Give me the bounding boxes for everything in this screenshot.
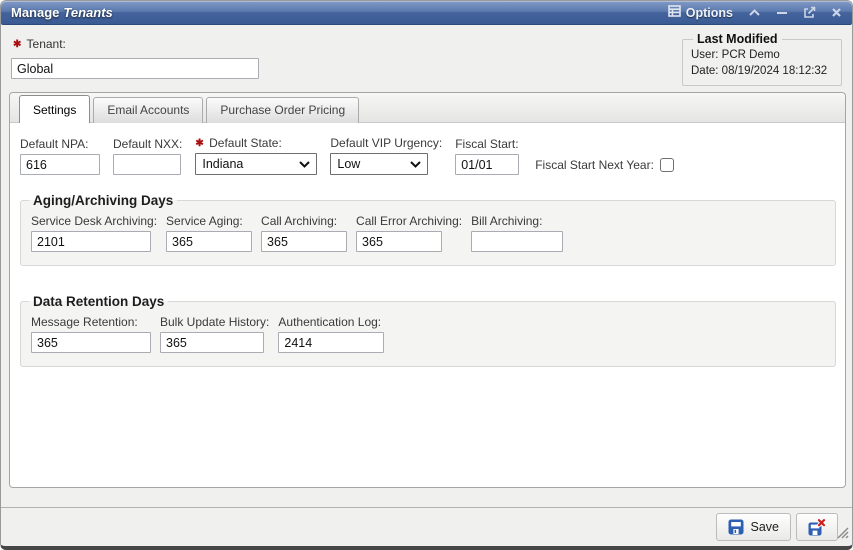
required-asterisk: ✱ bbox=[13, 39, 21, 50]
minimize-icon[interactable] bbox=[776, 8, 788, 17]
tab-strip: Settings Email Accounts Purchase Order P… bbox=[10, 93, 845, 123]
save-button-label: Save bbox=[751, 520, 780, 534]
aging-archiving-group: Aging/Archiving Days Service Desk Archiv… bbox=[20, 193, 836, 266]
tenant-input[interactable] bbox=[11, 58, 259, 79]
default-nxx-label: Default NXX: bbox=[113, 137, 182, 151]
tab-purchase-order-pricing[interactable]: Purchase Order Pricing bbox=[206, 97, 359, 123]
default-nxx-input[interactable] bbox=[113, 154, 181, 175]
save-button[interactable]: Save bbox=[716, 513, 792, 541]
titlebar: Manage Tenants Options bbox=[1, 1, 852, 25]
save-close-button[interactable] bbox=[796, 513, 838, 541]
bill-archiving-input[interactable] bbox=[471, 231, 563, 252]
tenant-label: ✱ Tenant: bbox=[13, 37, 66, 51]
default-vip-urgency-label: Default VIP Urgency: bbox=[330, 136, 442, 150]
manage-tenants-window: Manage Tenants Options bbox=[0, 0, 853, 550]
tab-panel: Settings Email Accounts Purchase Order P… bbox=[9, 92, 846, 488]
footer-bar: Save bbox=[1, 507, 852, 546]
default-nxx-field: Default NXX: bbox=[113, 137, 182, 175]
options-label: Options bbox=[686, 6, 733, 20]
default-vip-urgency-field: Default VIP Urgency: Low bbox=[330, 136, 442, 175]
popout-icon[interactable] bbox=[803, 6, 816, 19]
message-retention-input[interactable] bbox=[31, 332, 151, 353]
call-archiving-field: Call Archiving: bbox=[261, 214, 347, 252]
fiscal-start-next-year-checkbox[interactable] bbox=[660, 158, 674, 172]
fiscal-start-field: Fiscal Start: bbox=[455, 137, 519, 175]
default-state-label: ✱ Default State: bbox=[195, 136, 317, 150]
window-title-prefix: Manage bbox=[11, 5, 59, 20]
authentication-log-field: Authentication Log: bbox=[278, 315, 384, 353]
message-retention-field: Message Retention: bbox=[31, 315, 151, 353]
options-button[interactable]: Options bbox=[668, 5, 733, 20]
chevron-down-icon bbox=[410, 157, 421, 171]
fiscal-start-next-year-label: Fiscal Start Next Year: bbox=[535, 158, 654, 172]
last-modified-legend: Last Modified bbox=[693, 32, 782, 46]
call-error-archiving-input[interactable] bbox=[356, 231, 442, 252]
bulk-update-history-field: Bulk Update History: bbox=[160, 315, 269, 353]
service-aging-input[interactable] bbox=[166, 231, 252, 252]
default-npa-input[interactable] bbox=[20, 154, 100, 175]
service-desk-archiving-input[interactable] bbox=[31, 231, 151, 252]
collapse-icon[interactable] bbox=[748, 8, 761, 17]
window-title: Manage Tenants bbox=[11, 5, 113, 20]
service-aging-field: Service Aging: bbox=[166, 214, 252, 252]
resize-grip[interactable] bbox=[836, 526, 849, 544]
default-vip-urgency-select[interactable]: Low bbox=[330, 153, 428, 175]
settings-tab-content: Default NPA: Default NXX: ✱ Default Stat… bbox=[10, 123, 845, 380]
call-error-archiving-field: Call Error Archiving: bbox=[356, 214, 462, 252]
default-state-select[interactable]: Indiana bbox=[195, 153, 317, 175]
service-desk-archiving-field: Service Desk Archiving: bbox=[31, 214, 157, 252]
aging-archiving-legend: Aging/Archiving Days bbox=[29, 193, 177, 208]
defaults-row: Default NPA: Default NXX: ✱ Default Stat… bbox=[20, 136, 835, 175]
fiscal-start-label: Fiscal Start: bbox=[455, 137, 519, 151]
fiscal-start-input[interactable] bbox=[455, 154, 519, 175]
last-modified-user: User: PCR Demo bbox=[691, 47, 833, 63]
data-retention-legend: Data Retention Days bbox=[29, 294, 168, 309]
authentication-log-input[interactable] bbox=[278, 332, 384, 353]
options-grid-icon bbox=[668, 5, 681, 20]
titlebar-controls: Options bbox=[668, 5, 842, 20]
default-state-field: ✱ Default State: Indiana bbox=[195, 136, 317, 175]
bulk-update-history-input[interactable] bbox=[160, 332, 264, 353]
call-archiving-input[interactable] bbox=[261, 231, 347, 252]
data-retention-group: Data Retention Days Message Retention: B… bbox=[20, 294, 836, 367]
last-modified-box: Last Modified User: PCR Demo Date: 08/19… bbox=[682, 32, 842, 86]
floppy-close-icon bbox=[808, 519, 826, 536]
default-npa-field: Default NPA: bbox=[20, 137, 100, 175]
default-npa-label: Default NPA: bbox=[20, 137, 100, 151]
tab-settings[interactable]: Settings bbox=[19, 95, 90, 123]
close-icon[interactable] bbox=[831, 7, 842, 18]
fiscal-start-next-year-field: Fiscal Start Next Year: bbox=[535, 158, 674, 172]
chevron-down-icon bbox=[299, 157, 310, 171]
save-floppy-icon bbox=[728, 519, 744, 535]
window-title-emphasis: Tenants bbox=[63, 5, 112, 20]
tab-email-accounts[interactable]: Email Accounts bbox=[93, 97, 203, 123]
required-asterisk: ✱ bbox=[195, 138, 203, 149]
bill-archiving-field: Bill Archiving: bbox=[471, 214, 563, 252]
last-modified-date: Date: 08/19/2024 18:12:32 bbox=[691, 63, 833, 79]
